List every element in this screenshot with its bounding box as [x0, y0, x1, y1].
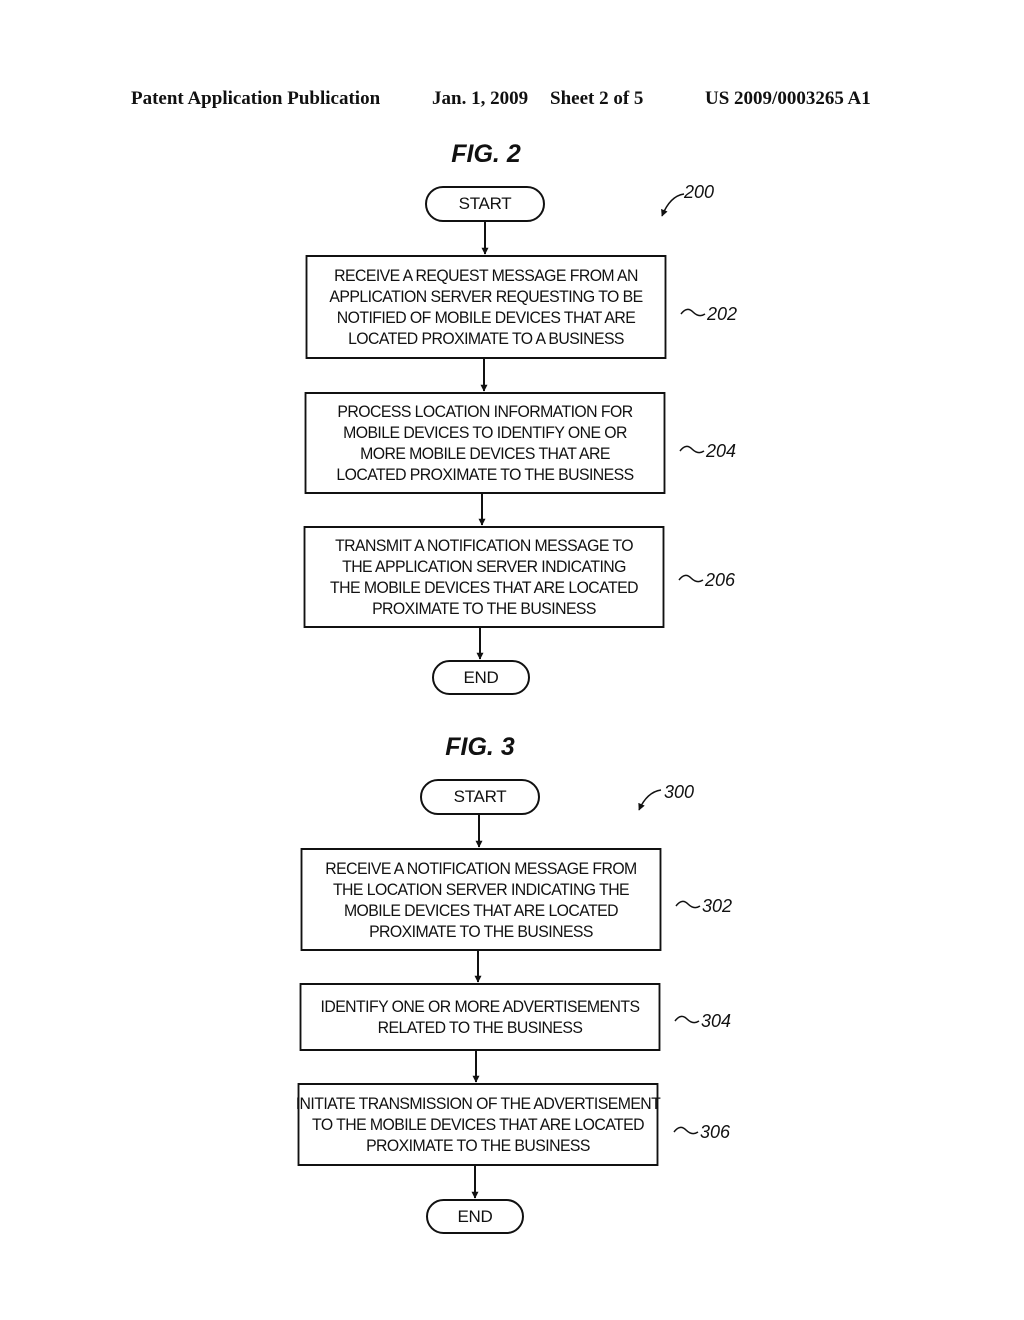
step-text-line: LOCATED PROXIMATE TO THE BUSINESS [336, 465, 634, 484]
step-text-line: PROXIMATE TO THE BUSINESS [366, 1136, 590, 1155]
step-text-line: PROCESS LOCATION INFORMATION FOR [337, 402, 633, 421]
step-ref-302: 302 [702, 896, 733, 916]
ref-arrow-200 [661, 193, 685, 217]
fig2-end-label: END [463, 667, 499, 687]
step-text-line: IDENTIFY ONE OR MORE ADVERTISEMENTS [320, 997, 641, 1016]
fig2-step-202: RECEIVE A REQUEST MESSAGE FROM AN APPLIC… [305, 255, 667, 359]
fig2-step-206: TRANSMIT A NOTIFICATION MESSAGE TO THE A… [303, 526, 665, 628]
fig2-start-terminal: START [425, 186, 545, 222]
step-text-line: MORE MOBILE DEVICES THAT ARE [360, 444, 610, 463]
leader-304 [674, 1015, 700, 1024]
fig3-start-terminal: START [420, 779, 540, 815]
step-ref-306: 306 [700, 1122, 731, 1142]
step-ref-202: 202 [707, 304, 738, 324]
fig3-step-302: RECEIVE A NOTIFICATION MESSAGE FROM THE … [300, 848, 662, 951]
step-text-line: RECEIVE A NOTIFICATION MESSAGE FROM [325, 858, 637, 878]
step-ref-206: 206 [705, 570, 736, 590]
step-text-line: THE MOBILE DEVICES THAT ARE LOCATED [330, 578, 638, 597]
leader-204 [679, 445, 705, 454]
leader-302 [675, 900, 701, 909]
fig3-step-304: IDENTIFY ONE OR MORE ADVERTISEMENTS RELA… [299, 983, 661, 1051]
step-text-line: THE APPLICATION SERVER INDICATING [342, 557, 626, 576]
figure-3-ref: 300 [664, 782, 695, 802]
fig2-step-204: PROCESS LOCATION INFORMATION FOR MOBILE … [304, 392, 666, 494]
step-text-line: PROXIMATE TO THE BUSINESS [372, 599, 596, 618]
fig3-start-label: START [453, 787, 507, 806]
figure-2-title: FIG. 2 [451, 140, 521, 168]
step-text-line: RECEIVE A REQUEST MESSAGE FROM AN [334, 266, 638, 285]
step-ref-204: 204 [706, 441, 737, 461]
fig3-end-label: END [457, 1206, 493, 1226]
step-text-line: MOBILE DEVICES THAT ARE LOCATED [343, 900, 619, 920]
leader-206 [678, 574, 704, 583]
step-text-line: NOTIFIED OF MOBILE DEVICES THAT ARE [336, 308, 636, 327]
fig3-step-306: INITIATE TRANSMISSION OF THE ADVERTISEME… [295, 1083, 661, 1166]
step-text-line: TO THE MOBILE DEVICES THAT ARE LOCATED [312, 1115, 645, 1134]
step-text-line: MOBILE DEVICES TO IDENTIFY ONE OR [343, 423, 627, 442]
ref-arrow-300 [638, 789, 662, 811]
figure-2-ref: 200 [684, 182, 715, 202]
fig2-start-label: START [458, 194, 512, 213]
step-text-line: PROXIMATE TO THE BUSINESS [369, 921, 593, 941]
step-text-line: RELATED TO THE BUSINESS [377, 1018, 583, 1037]
step-ref-304: 304 [701, 1011, 732, 1031]
fig2-end-terminal: END [432, 660, 530, 695]
step-text-line: APPLICATION SERVER REQUESTING TO BE [329, 287, 643, 306]
step-text-line: LOCATED PROXIMATE TO A BUSINESS [348, 329, 624, 348]
step-text-line: THE LOCATION SERVER INDICATING THE [332, 879, 630, 899]
fig3-end-terminal: END [426, 1199, 524, 1234]
step-text-line: TRANSMIT A NOTIFICATION MESSAGE TO [335, 536, 633, 555]
figure-3-title: FIG. 3 [445, 733, 515, 761]
step-text-line: INITIATE TRANSMISSION OF THE ADVERTISEME… [295, 1094, 661, 1113]
leader-202 [680, 308, 706, 317]
leader-306 [673, 1126, 699, 1135]
